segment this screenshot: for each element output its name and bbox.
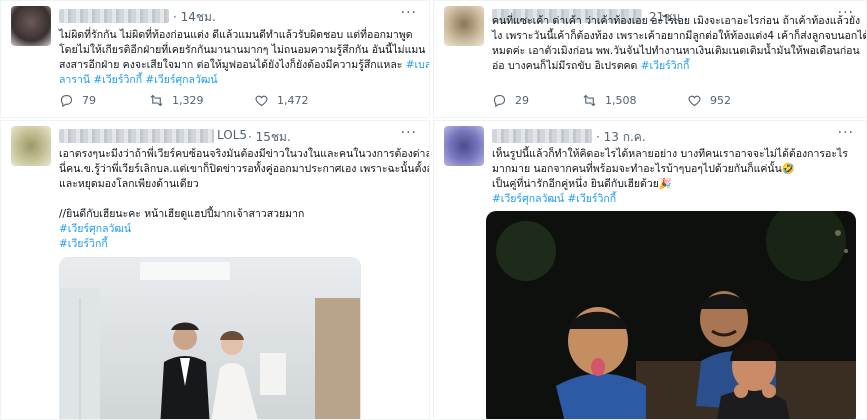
tweet-line: เห็นรูปนี้แล้วก็ทำให้คิดอะไรได้หลายอย่าง… <box>492 148 848 160</box>
tweet-text: เอาตรงๆนะมีงว่าถ้าพี่เวียร์คบซ้อนจริงมัน… <box>59 147 430 252</box>
tweet-line: คนที่แซะเค้า ด่าเค้า ว่าเค้าท้องเอย อะไร… <box>492 15 861 27</box>
hashtag[interactable]: #เบล <box>406 59 429 71</box>
like-button[interactable]: 952 <box>687 93 731 108</box>
reply-count: 29 <box>515 94 529 107</box>
tweet-line: ลารานี #เวียร์วิกกี้ #เวียร์ศุกลวัฒน์ <box>59 73 424 88</box>
wedding-photo-image <box>60 258 360 419</box>
tweet-text: เห็นรูปนี้แล้วก็ทำให้คิดอะไรได้หลายอย่าง… <box>492 147 862 207</box>
tweet-line: โดยไม่ให้เกียรติอีกฝ่ายที่เคยรักกันมานาน… <box>59 44 426 56</box>
reply-icon <box>60 94 73 108</box>
like-button[interactable]: 1,472 <box>254 93 309 108</box>
tweet-line: และหยุดมองโลกเพียงด้านเดียว <box>59 178 199 190</box>
hashtag[interactable]: #เวียร์วิกกี้ <box>59 237 424 252</box>
tweet-line: #เวียร์ศุกลวัฒน์ #เวียร์วิกกี้ <box>492 192 862 207</box>
avatar[interactable] <box>444 126 484 166</box>
tweet-line <box>59 192 424 207</box>
retweet-button[interactable]: 1,508 <box>582 93 637 108</box>
tweet-card[interactable]: LOL5 · 15ชม. ··· เอาตรงๆนะมีงว่าถ้าพี่เว… <box>0 120 430 420</box>
hashtag[interactable]: #เวียร์วิกกี้ <box>93 74 142 86</box>
tweet-card[interactable]: 21ชม. ··· คนที่แซะเค้า ด่าเค้า ว่าเค้าท้… <box>433 0 867 118</box>
like-icon <box>255 95 268 107</box>
tweet-text: คนที่แซะเค้า ด่าเค้า ว่าเค้าท้องเอย อะไร… <box>492 14 867 74</box>
avatar[interactable] <box>11 126 51 166</box>
reply-count: 79 <box>82 94 96 107</box>
author-name-redacted[interactable] <box>59 129 214 143</box>
retweet-count: 1,508 <box>605 94 637 107</box>
couple-photo-image <box>486 211 856 419</box>
tweet-line: มากมาย นอกจากคนที่พร้อมจะทำอะไรบ้าๆบอๆไป… <box>492 163 795 175</box>
tweet-line: //ยินดีกับเฮียนะคะ หน้าเฮียดูแฮปปี้มากเจ… <box>59 208 305 220</box>
reply-button[interactable]: 79 <box>59 93 96 108</box>
retweet-button[interactable]: 1,329 <box>149 93 204 108</box>
author-name-redacted[interactable] <box>492 129 592 143</box>
tweet-line-text: สงสารอีกฝ่าย คงจะเสียใจมาก ต่อให้มูฟออนไ… <box>59 59 403 71</box>
couple-photo[interactable] <box>486 211 856 419</box>
hashtag[interactable]: #เวียร์ศุกลวัฒน์ <box>492 193 564 205</box>
avatar[interactable] <box>11 6 51 46</box>
more-icon[interactable]: ··· <box>838 125 854 141</box>
author-name-redacted[interactable] <box>59 9 169 23</box>
tweet-line: เป็นคู่ที่น่ารักอีกคู่หนึ่ง ยินดีกับเฮีย… <box>492 178 672 190</box>
tweet-line: หมดค่ะ เอาตัวเมิงก่อน พพ.วันจันไปทำงานหา… <box>492 45 860 57</box>
like-icon <box>688 95 701 107</box>
tweet-line: อ่อ บางคนก็ไม่มีรถขับ อิเปรตคด #เวียร์วิ… <box>492 59 862 74</box>
hashtag[interactable]: #เวียร์ศุกลวัฒน์ <box>59 222 424 237</box>
tweet-card[interactable]: · 13 ก.ค. ··· เห็นรูปนี้แล้วก็ทำให้คิดอะ… <box>433 120 867 420</box>
tweet-card[interactable]: · 14ชม. ··· ไม่ผิดที่รักกัน ไม่ผิดที่ท้อ… <box>0 0 430 118</box>
tweet-line: ไง เพราะวันนี้เค้าก็ต้องท้อง เพราะเค้าอย… <box>492 30 867 42</box>
tweet-time[interactable]: · 13 ก.ค. <box>596 128 646 147</box>
more-icon[interactable]: ··· <box>401 125 417 141</box>
tweet-time[interactable]: · 15ชม. <box>248 128 291 147</box>
author-name-suffix[interactable]: LOL5 <box>217 128 247 142</box>
hashtag[interactable]: ลารานี <box>59 74 90 86</box>
retweet-icon <box>583 94 596 107</box>
hashtag[interactable]: #เวียร์วิกกี้ <box>567 193 616 205</box>
tweet-actions: 79 1,329 1,472 <box>59 93 419 111</box>
more-icon[interactable]: ··· <box>401 5 417 21</box>
tweet-text: ไม่ผิดที่รักกัน ไม่ผิดที่ท้องก่อนแต่ง ดี… <box>59 28 429 88</box>
reply-icon <box>493 94 506 108</box>
tweet-line: สงสารอีกฝ่าย คงจะเสียใจมาก ต่อให้มูฟออนไ… <box>59 58 429 73</box>
avatar[interactable] <box>444 6 484 46</box>
hashtag[interactable]: #เวียร์ศุกลวัฒน์ <box>145 74 217 86</box>
tweet-actions: 29 1,508 952 <box>492 93 852 111</box>
tweet-line: ไม่ผิดที่รักกัน ไม่ผิดที่ท้องก่อนแต่ง ดี… <box>59 29 413 41</box>
retweet-count: 1,329 <box>172 94 204 107</box>
wedding-photo[interactable] <box>59 257 361 419</box>
tweet-line: เอาตรงๆนะมีงว่าถ้าพี่เวียร์คบซ้อนจริงมัน… <box>59 148 430 160</box>
reply-button[interactable]: 29 <box>492 93 529 108</box>
like-count: 1,472 <box>277 94 309 107</box>
tweet-line: นี่คน.ข.รู้ว่าพี่เวียร์เลิกบล.แต่เขาก็ปิ… <box>59 163 430 175</box>
hashtag[interactable]: #เวียร์วิกกี้ <box>641 60 690 72</box>
tweet-line-text: อ่อ บางคนก็ไม่มีรถขับ อิเปรตคด <box>492 60 638 72</box>
tweet-time[interactable]: · 14ชม. <box>173 8 216 27</box>
like-count: 952 <box>710 94 731 107</box>
retweet-icon <box>150 94 163 107</box>
